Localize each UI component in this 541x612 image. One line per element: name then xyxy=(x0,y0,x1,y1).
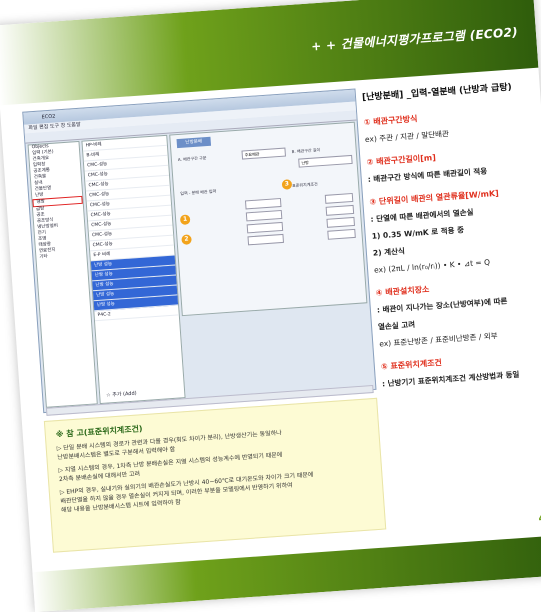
form-field-1: 주요배관 xyxy=(241,147,286,160)
badge-2: 2 xyxy=(181,234,192,245)
slide: + + 건물에너지평가프로그램 (ECO2) ECO2 파일 편집 도구 창 도… xyxy=(0,0,541,612)
note-heading: ※ 참 고(표준위치계조건) xyxy=(55,424,143,440)
right-panel: [난방분배] _입력-열분배 (난방과 급탕) ① 배관구간방식 ex) 주관 … xyxy=(362,78,541,389)
badge-3: 3 xyxy=(281,179,293,190)
note-box: ※ 참 고(표준위치계조건) ▷ 단일 분배 시스템의 경로가 관련과 다를 경… xyxy=(43,397,387,553)
form-panel: 난방분배 A. 배관구간 구분 주요배관 B. 배관구간 길이 난방 입력 - … xyxy=(169,121,368,317)
right-section-label: 표준위치계조건 xyxy=(291,181,318,189)
form-field-6 xyxy=(247,233,285,246)
list-panel: HP-비례 B-비례 CMC-성능 CMC-성능 CMC-성능 CMC-성능 CMC-성능 C… xyxy=(81,134,186,405)
form-field-5 xyxy=(246,221,284,234)
embedded-screenshot: ECO2 파일 편집 도구 창 도움말 Objects 입력 (기본) 건축개요 입력… xyxy=(22,88,377,416)
list-footer: ☆ 추가 (Add) xyxy=(106,390,137,399)
form-label-1: A. 배관구간 구분 xyxy=(177,155,207,163)
form-field-8 xyxy=(325,204,355,216)
form-field-7 xyxy=(324,192,354,204)
form-field-3 xyxy=(244,197,282,210)
header-title: + + 건물에너지평가프로그램 (ECO2) xyxy=(310,25,519,54)
section-label: 입력 - 분배 배관 입력 xyxy=(180,188,217,196)
form-field-9 xyxy=(326,216,356,228)
form-tab: 난방분배 xyxy=(176,136,212,149)
right-panel-title: [난방분배] _입력-열분배 (난방과 급탕) xyxy=(361,82,513,104)
badge-1: 1 xyxy=(179,214,191,226)
form-field-2: 난방 xyxy=(298,154,353,168)
form-label-2: B. 배관구간 길이 xyxy=(291,147,321,155)
form-field-4 xyxy=(245,209,283,222)
form-field-10 xyxy=(327,228,356,240)
